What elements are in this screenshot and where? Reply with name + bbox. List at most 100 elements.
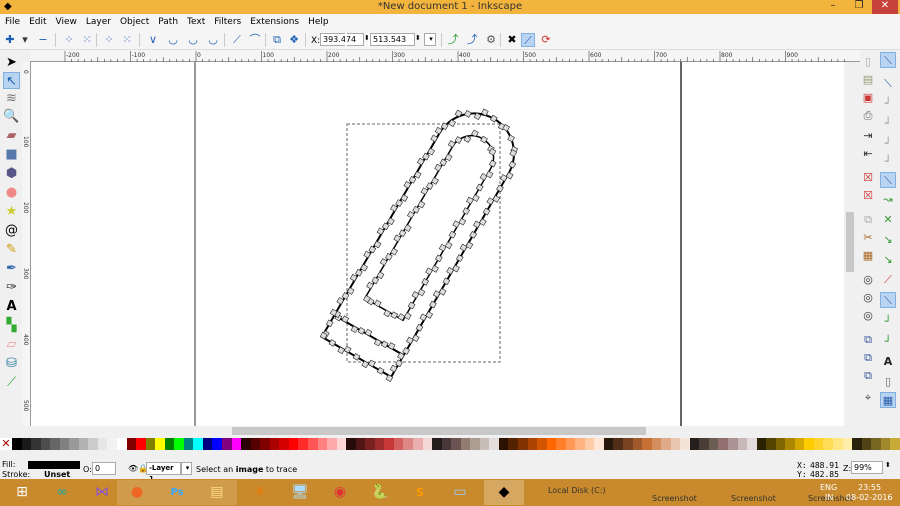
color-swatch[interactable]: [355, 438, 366, 450]
menu-view[interactable]: View: [56, 17, 77, 27]
spray-tool-icon[interactable]: ▚: [3, 317, 20, 334]
menu-help[interactable]: Help: [308, 17, 329, 27]
clock-date[interactable]: 08-02-2016: [846, 493, 893, 502]
menu-extensions[interactable]: Extensions: [250, 17, 299, 27]
stroke-to-path-icon[interactable]: ❖: [287, 33, 301, 47]
color-swatch[interactable]: [594, 438, 604, 450]
path-node[interactable]: [425, 267, 433, 276]
color-swatch[interactable]: [537, 438, 547, 450]
color-swatch[interactable]: [250, 438, 261, 450]
color-swatch[interactable]: [231, 438, 242, 450]
text-tool-icon[interactable]: A: [3, 298, 20, 315]
insert-node-icon[interactable]: ✚: [3, 33, 17, 47]
color-swatch[interactable]: [842, 438, 853, 450]
path-node[interactable]: [427, 147, 435, 156]
color-swatch[interactable]: [680, 438, 690, 450]
path-node[interactable]: [486, 197, 495, 205]
path-node[interactable]: [458, 217, 467, 226]
path-node[interactable]: [432, 290, 441, 298]
path-node[interactable]: [390, 204, 398, 212]
zoom-input[interactable]: 99%: [851, 461, 883, 474]
color-swatch[interactable]: [718, 438, 729, 450]
snap-cusp-icon[interactable]: ↘: [880, 232, 896, 248]
ellipse-tool-icon[interactable]: ●: [3, 184, 20, 201]
path-node[interactable]: [434, 163, 442, 172]
path-node[interactable]: [341, 315, 350, 324]
snap-path-icon[interactable]: ↝: [880, 192, 896, 208]
snap-smooth-icon[interactable]: ↘: [880, 252, 896, 268]
insert-dropdown-icon[interactable]: ▾: [18, 33, 32, 47]
tray-item-screenshot-2[interactable]: Screenshot: [731, 494, 776, 503]
path-node[interactable]: [416, 157, 425, 166]
zoom-page-icon[interactable]: ◎: [860, 308, 876, 324]
path-node[interactable]: [411, 334, 420, 343]
path-node[interactable]: [376, 271, 385, 280]
color-swatch[interactable]: [78, 438, 89, 450]
path-node[interactable]: [462, 207, 470, 215]
show-path-outline-icon[interactable]: ⚙: [484, 33, 498, 47]
color-swatch[interactable]: [890, 438, 900, 450]
path-node[interactable]: [360, 263, 368, 272]
close-button[interactable]: ✕: [872, 0, 898, 14]
visual-studio-icon[interactable]: ⋈: [82, 480, 122, 505]
x-coordinate-input[interactable]: 393.474: [320, 33, 364, 46]
color-swatch[interactable]: [823, 438, 834, 450]
color-swatch[interactable]: [460, 438, 471, 450]
zoom-tool-icon[interactable]: 🔍: [3, 108, 20, 125]
save-icon[interactable]: ▣: [860, 90, 876, 106]
eraser-tool-icon[interactable]: ▱: [3, 336, 20, 353]
photoshop-icon[interactable]: Ps: [157, 480, 197, 505]
color-swatch[interactable]: [88, 438, 98, 450]
color-swatch[interactable]: [279, 438, 289, 450]
cut-icon[interactable]: ✂: [860, 230, 876, 246]
color-swatch[interactable]: [21, 438, 32, 450]
path-node[interactable]: [452, 220, 461, 228]
path-node[interactable]: [420, 187, 429, 196]
path-node[interactable]: [452, 264, 460, 273]
rectangle-tool-icon[interactable]: ■: [3, 146, 20, 163]
color-swatch[interactable]: [651, 438, 662, 450]
windows-start-icon[interactable]: ⊞: [2, 480, 42, 505]
color-swatch[interactable]: [336, 438, 347, 450]
color-swatch[interactable]: [107, 438, 118, 450]
path-node[interactable]: [387, 217, 395, 226]
path-node[interactable]: [368, 359, 376, 368]
snap-grids-icon[interactable]: ▦: [880, 392, 896, 408]
show-handles-icon[interactable]: ⤴: [465, 33, 479, 47]
color-swatch[interactable]: [40, 438, 51, 450]
path-node[interactable]: [419, 313, 428, 322]
horizontal-scroll-thumb[interactable]: [232, 427, 646, 435]
path-node[interactable]: [400, 194, 409, 202]
color-swatch[interactable]: [584, 438, 595, 450]
edit-mask-icon[interactable]: ⟳: [539, 33, 553, 47]
redo-icon[interactable]: ☒: [860, 188, 876, 204]
firefox-icon[interactable]: ●: [117, 480, 157, 505]
no-paint-swatch[interactable]: ✕: [0, 438, 12, 450]
tweak-tool-icon[interactable]: ≋: [3, 90, 20, 107]
print-icon[interactable]: ⎙: [860, 108, 876, 124]
path-node[interactable]: [390, 311, 399, 320]
segment-curve-icon[interactable]: ⌒: [248, 33, 262, 47]
join-segment-icon[interactable]: ⁘: [102, 33, 116, 47]
clock-time[interactable]: 23:55: [858, 483, 881, 492]
path-node[interactable]: [444, 153, 453, 162]
snap-bbox-edge-icon[interactable]: ┘: [880, 96, 896, 112]
color-swatch[interactable]: [508, 438, 518, 450]
color-swatch[interactable]: [174, 438, 184, 450]
color-swatch[interactable]: [117, 438, 127, 450]
restore-button[interactable]: ❐: [846, 0, 872, 14]
symmetric-node-icon[interactable]: ◡: [186, 33, 200, 47]
path-node[interactable]: [411, 291, 420, 299]
3d-box-tool-icon[interactable]: ⬢: [3, 165, 20, 182]
snap-page-border-icon[interactable]: ▯: [880, 374, 896, 390]
color-swatch[interactable]: [50, 438, 60, 450]
color-swatch[interactable]: [307, 438, 318, 450]
layer-select[interactable]: -Layer 1: [146, 462, 181, 483]
snap-intersection-icon[interactable]: ✕: [880, 212, 896, 228]
path-node[interactable]: [349, 273, 358, 282]
path-node[interactable]: [336, 297, 345, 305]
path-node[interactable]: [475, 183, 484, 192]
connector-tool-icon[interactable]: ⟋: [3, 374, 20, 391]
clone-icon[interactable]: ⧉: [860, 350, 876, 366]
layer-dropdown[interactable]: ▾: [181, 462, 192, 475]
